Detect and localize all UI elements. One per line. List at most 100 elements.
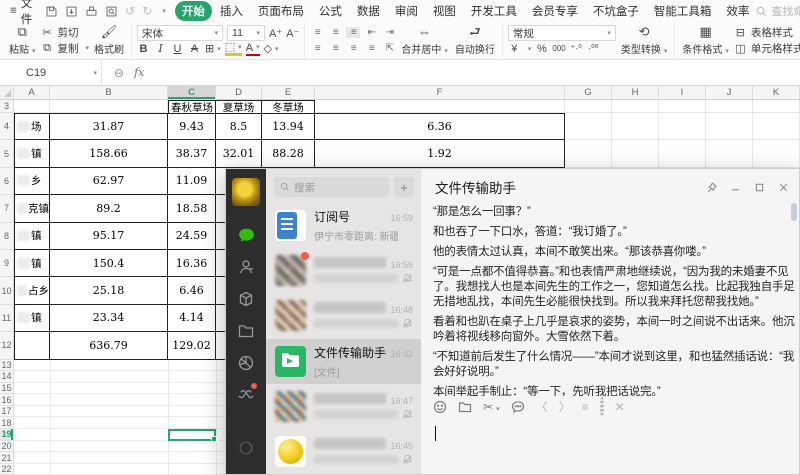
- align-bottom-icon[interactable]: ≡: [346, 27, 360, 38]
- selected-cell-outline[interactable]: [168, 429, 216, 441]
- cut-button[interactable]: ✂剪切: [41, 25, 90, 41]
- column-header-i[interactable]: I: [659, 86, 706, 99]
- cell-col-a[interactable]: [14, 332, 50, 359]
- cell-col-b[interactable]: 25.18: [50, 277, 168, 304]
- decrease-font-icon[interactable]: A⁻: [286, 26, 299, 40]
- favorites-icon[interactable]: [226, 283, 266, 315]
- column-header-c[interactable]: C: [168, 86, 216, 99]
- row-header[interactable]: 18: [0, 417, 14, 429]
- font-name-select[interactable]: 宋体▾: [137, 25, 223, 41]
- cell-col-a[interactable]: 镇: [14, 223, 50, 250]
- row-header[interactable]: 6: [0, 168, 14, 195]
- next-page-icon[interactable]: 〉: [559, 401, 571, 413]
- export-icon[interactable]: [65, 5, 78, 18]
- increase-font-icon[interactable]: A⁺: [269, 26, 282, 40]
- prev-page-icon[interactable]: 〈: [536, 401, 548, 413]
- print-icon[interactable]: [85, 5, 98, 18]
- row-header[interactable]: 7: [0, 195, 14, 222]
- cell-b3[interactable]: [50, 100, 168, 113]
- formula-input[interactable]: [154, 60, 800, 85]
- bold-button[interactable]: B: [137, 42, 150, 56]
- cell-col-a[interactable]: 场: [14, 113, 50, 140]
- cell-col-b[interactable]: 158.66: [50, 140, 168, 167]
- row-header[interactable]: 14: [0, 371, 14, 383]
- list-icon[interactable]: ≡: [582, 401, 589, 413]
- row-header[interactable]: 19: [0, 429, 14, 441]
- cell-col-c[interactable]: 4.14: [168, 305, 216, 332]
- row-header[interactable]: 13: [0, 360, 14, 372]
- cell-col-c[interactable]: 11.09: [168, 168, 216, 195]
- column-header-f[interactable]: F: [315, 86, 565, 99]
- column-header-b[interactable]: B: [50, 86, 168, 99]
- cell-col-c[interactable]: 24.59: [168, 223, 216, 250]
- paste-button[interactable]: ⧉ 粘贴▾: [7, 23, 38, 58]
- justify-icon[interactable]: ≡: [364, 43, 378, 54]
- ribbon-tab[interactable]: 开发工具: [464, 1, 524, 21]
- ribbon-tab[interactable]: 数据: [350, 1, 387, 21]
- chat-history-icon[interactable]: [511, 400, 525, 414]
- conditional-format-button[interactable]: ▦ 条件格式▾: [680, 23, 731, 58]
- settings-gear-icon[interactable]: [600, 398, 604, 416]
- customize-toolbar-dropdown-icon[interactable]: ▾: [162, 7, 166, 15]
- close-reader-icon[interactable]: ✕: [615, 401, 625, 413]
- row-header[interactable]: 17: [0, 406, 14, 418]
- column-header-g[interactable]: G: [565, 86, 612, 99]
- screenshot-icon[interactable]: ✂▾: [483, 398, 500, 416]
- scrollbar-thumb[interactable]: [791, 203, 797, 221]
- wrap-text-button[interactable]: ⮐ 自动换行: [453, 23, 497, 58]
- redo-icon[interactable]: ↻: [142, 4, 152, 18]
- message-history[interactable]: “那是怎么一回事？” 和也吞了一下口水，答道：“我订婚了。” 他的表情太过认真，…: [421, 199, 799, 396]
- format-painter-button[interactable]: 🖌 格式刷: [92, 23, 126, 58]
- chat-list-item[interactable]: 16:47: [266, 384, 421, 429]
- strikethrough-button[interactable]: A: [188, 42, 201, 56]
- align-middle-icon[interactable]: ≡: [328, 27, 342, 38]
- cell-col-c[interactable]: 6.46: [168, 277, 216, 304]
- cell-col-e[interactable]: 13.94: [262, 113, 315, 140]
- cell-col-a[interactable]: 镇: [14, 305, 50, 332]
- cell-col-c[interactable]: 129.02: [168, 332, 216, 359]
- row-header[interactable]: 12: [0, 332, 14, 359]
- ribbon-tab[interactable]: 视图: [426, 1, 463, 21]
- cell-col-f[interactable]: 1.92: [315, 140, 565, 167]
- cell-f3[interactable]: [315, 100, 565, 113]
- cell-col-b[interactable]: 89.2: [50, 195, 168, 222]
- copy-button[interactable]: ⧉复制▾: [41, 41, 90, 57]
- percent-button[interactable]: %: [535, 42, 548, 56]
- align-right-icon[interactable]: ≡: [346, 43, 360, 54]
- cell-col-a[interactable]: 镇: [14, 250, 50, 277]
- contacts-icon[interactable]: [226, 251, 266, 283]
- cell-col-a[interactable]: 乡: [14, 168, 50, 195]
- row-header[interactable]: 8: [0, 223, 14, 250]
- column-header-h[interactable]: H: [612, 86, 659, 99]
- cell-col-c[interactable]: 38.37: [168, 140, 216, 167]
- borders-button[interactable]: ⊞▾: [205, 42, 221, 56]
- chat-list-item[interactable]: 16:56: [266, 248, 421, 293]
- files-icon[interactable]: [226, 315, 266, 347]
- command-search[interactable]: 查找命令、搜索模板: [756, 3, 800, 19]
- ribbon-tab[interactable]: 不坑盒子: [586, 1, 646, 21]
- align-left-icon[interactable]: ≡: [310, 43, 324, 54]
- decrease-decimal-button[interactable]: ·⁰⁰: [587, 42, 600, 56]
- cell-col-d[interactable]: 32.01: [216, 140, 262, 167]
- empty-cells[interactable]: [565, 140, 800, 167]
- row-header[interactable]: 15: [0, 383, 14, 395]
- merge-center-button[interactable]: ⇔ 合并居中▾: [399, 23, 450, 58]
- moments-icon[interactable]: [226, 347, 266, 379]
- column-header-e[interactable]: E: [262, 86, 315, 99]
- ribbon-tab[interactable]: 页面布局: [251, 1, 311, 21]
- row-header[interactable]: 20: [0, 441, 14, 453]
- align-top-icon[interactable]: ≡: [310, 27, 324, 38]
- ribbon-tab[interactable]: 智能工具箱: [647, 1, 719, 21]
- cell-d3[interactable]: 夏草场: [216, 100, 262, 113]
- close-icon[interactable]: [778, 182, 789, 193]
- cell-col-d[interactable]: 8.5: [216, 113, 262, 140]
- zoom-out-icon[interactable]: ⊖: [114, 66, 124, 80]
- ribbon-tab[interactable]: 开始: [175, 1, 212, 21]
- channels-icon[interactable]: [226, 379, 266, 411]
- undo-icon[interactable]: ↺: [125, 4, 135, 18]
- cell-col-c[interactable]: 18.58: [168, 195, 216, 222]
- pin-icon[interactable]: [706, 182, 717, 193]
- empty-cells[interactable]: [565, 113, 800, 140]
- message-input[interactable]: [421, 418, 799, 474]
- cell-col-a[interactable]: 克镇: [14, 195, 50, 222]
